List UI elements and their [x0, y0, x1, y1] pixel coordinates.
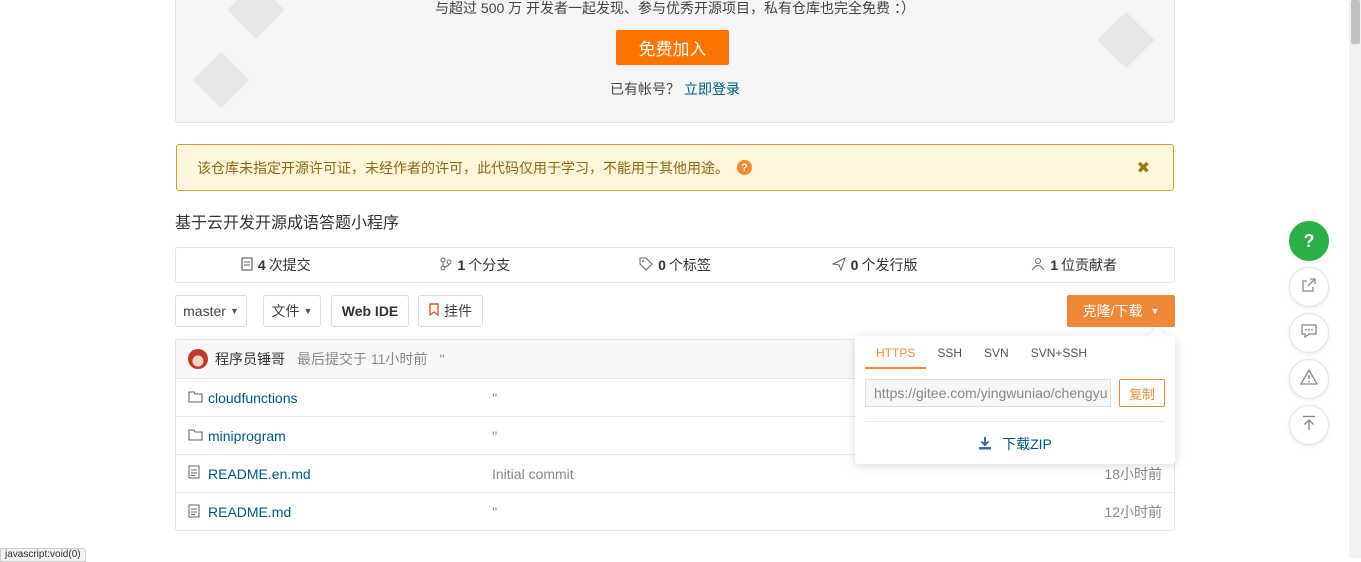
branch-icon [440, 257, 452, 274]
stat-contributors[interactable]: 1 位贡献者 [974, 248, 1174, 282]
status-bar-url: javascript:void(0) [0, 548, 86, 562]
commit-icon [241, 256, 253, 274]
file-name[interactable]: README.md [208, 504, 291, 520]
comment-icon [1301, 323, 1317, 344]
web-ide-button[interactable]: Web IDE [331, 295, 409, 327]
file-commit-message[interactable]: '' [492, 428, 497, 444]
share-button[interactable] [1289, 267, 1329, 307]
stat-count: 0 [658, 257, 666, 273]
stat-count: 1 [457, 257, 466, 273]
file-name[interactable]: cloudfunctions [208, 390, 298, 406]
folder-icon [188, 428, 203, 444]
login-line: 已有帐号？ 立即登录 [176, 79, 1174, 99]
file-commit-message[interactable]: Initial commit [492, 466, 574, 482]
stat-commits[interactable]: 4 次提交 [176, 248, 376, 282]
download-icon [978, 436, 992, 453]
login-prompt: 已有帐号？ [610, 81, 680, 97]
stat-label: 个标签 [668, 257, 711, 273]
file-icon [188, 465, 200, 482]
protocol-tabs: HTTPS SSH SVN SVN+SSH [865, 342, 1098, 369]
contributors-icon [1031, 257, 1045, 274]
caret-down-icon: ▼ [229, 306, 239, 316]
tag-icon [639, 257, 653, 274]
stat-count: 1 [1050, 257, 1059, 273]
branch-select[interactable]: master ▼ [175, 295, 247, 327]
file-menu-button[interactable]: 文件 ▼ [263, 295, 321, 327]
download-zip-link[interactable]: 下载ZIP [855, 434, 1175, 454]
clone-download-label: 克隆/下载 [1082, 303, 1143, 319]
bookmark-icon [429, 303, 439, 319]
branch-label: master [183, 303, 226, 319]
pendant-button[interactable]: 挂件 [418, 295, 483, 327]
table-row[interactable]: README.md '' 12小时前 [176, 493, 1174, 531]
copy-button[interactable]: 复制 [1119, 379, 1165, 407]
help-icon[interactable]: ? [737, 160, 752, 175]
tab-svn-ssh[interactable]: SVN+SSH [1020, 342, 1098, 369]
clone-url-input[interactable]: https://gitee.com/yingwuniao/chengyu [865, 379, 1111, 407]
caret-down-icon: ▼ [1150, 306, 1160, 316]
back-to-top-button[interactable] [1289, 405, 1329, 445]
arrow-up-icon [1302, 415, 1316, 436]
external-link-icon [1301, 277, 1317, 298]
warning-icon [1299, 368, 1319, 390]
file-name[interactable]: README.en.md [208, 466, 311, 482]
folder-icon [188, 390, 203, 406]
repo-description: 基于云开发开源成语答题小程序 [175, 215, 400, 232]
file-time: 12小时前 [1104, 504, 1162, 520]
tab-svn[interactable]: SVN [973, 342, 1020, 369]
close-icon[interactable]: ✖ [1137, 158, 1150, 178]
stat-label: 个发行版 [861, 257, 918, 273]
banner-subtitle: 与超过 500 万 开发者一起发现、参与优秀开源项目，私有仓库也完全免费 ：） [435, 0, 915, 16]
avatar[interactable] [188, 349, 208, 369]
file-commit-message[interactable]: '' [492, 504, 497, 520]
banner-decoration [1097, 11, 1155, 69]
file-name[interactable]: miniprogram [208, 428, 286, 444]
license-text: 该仓库未指定开源许可证，未经作者的许可，此代码仅用于学习，不能用于其他用途。 [197, 159, 729, 176]
file-commit-message[interactable]: '' [492, 390, 497, 406]
file-icon [188, 504, 200, 521]
commit-message[interactable]: '' [439, 351, 444, 367]
signup-banner: 与超过 500 万 开发者一起发现、参与优秀开源项目，私有仓库也完全免费 ：） … [175, 0, 1175, 123]
stat-tags[interactable]: 0 个标签 [575, 248, 775, 282]
clone-dropdown: HTTPS SSH SVN SVN+SSH https://gitee.com/… [855, 336, 1175, 464]
divider [865, 421, 1165, 422]
tab-https[interactable]: HTTPS [865, 342, 927, 369]
commit-meta: 最后提交于 11小时前 [297, 351, 428, 367]
commit-author[interactable]: 程序员锤哥 [215, 349, 285, 369]
join-free-button[interactable]: 免费加入 [616, 30, 729, 65]
release-icon [831, 256, 846, 274]
stat-branches[interactable]: 1 个分支 [376, 248, 576, 282]
stat-label: 个分支 [468, 257, 511, 273]
scrollbar-thumb[interactable] [1351, 0, 1360, 44]
pendant-label: 挂件 [444, 303, 472, 319]
download-zip-label: 下载ZIP [1002, 436, 1052, 452]
stat-label: 次提交 [268, 257, 311, 273]
login-link[interactable]: 立即登录 [684, 81, 740, 97]
report-button[interactable] [1289, 359, 1329, 399]
file-menu-label: 文件 [271, 303, 300, 319]
stat-count: 0 [850, 257, 859, 273]
file-time: 18小时前 [1104, 465, 1162, 482]
repo-stats: 4 次提交 1 个分支 0 个标签 0 个发行版 1 位贡献者 [175, 247, 1175, 283]
caret-down-icon: ▼ [303, 306, 313, 316]
comment-button[interactable] [1289, 313, 1329, 353]
scrollbar[interactable] [1349, 0, 1361, 558]
clone-download-button[interactable]: 克隆/下载 ▼ [1067, 295, 1175, 327]
tab-ssh[interactable]: SSH [926, 342, 973, 369]
help-button[interactable]: ? [1289, 221, 1329, 261]
stat-count: 4 [257, 257, 266, 273]
license-notice: 该仓库未指定开源许可证，未经作者的许可，此代码仅用于学习，不能用于其他用途。 ?… [176, 144, 1174, 191]
stat-releases[interactable]: 0 个发行版 [775, 248, 975, 282]
stat-label: 位贡献者 [1061, 257, 1118, 273]
